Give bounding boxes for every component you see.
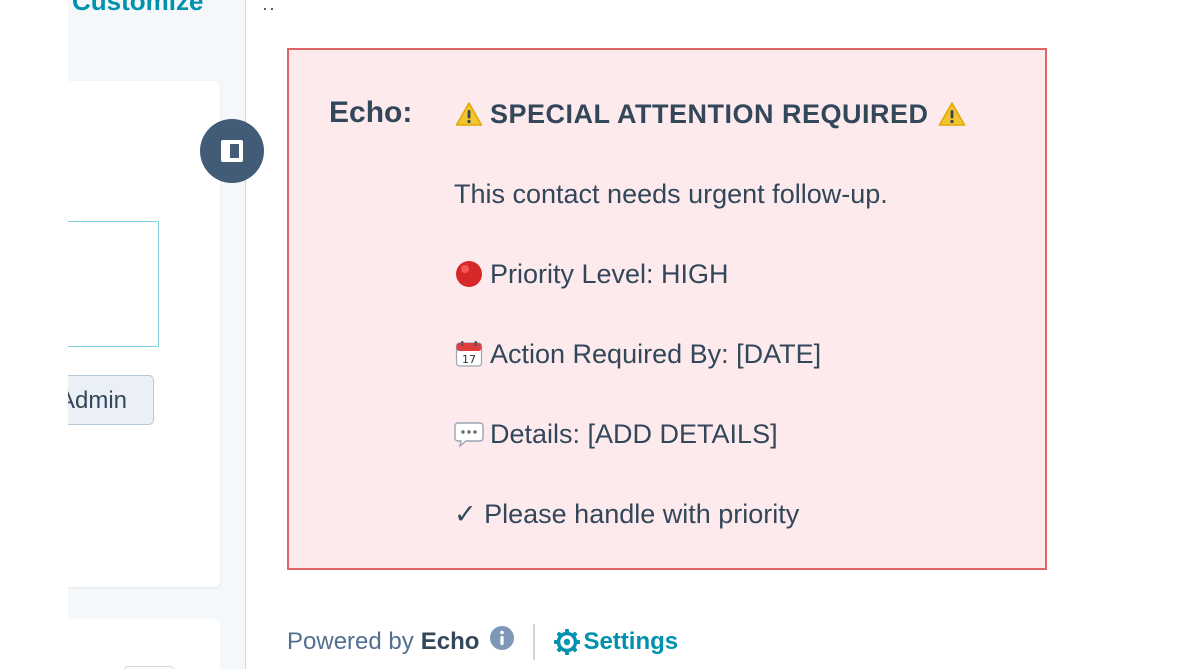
speech-bubble-icon (454, 416, 484, 452)
footer-divider (533, 624, 536, 660)
alert-heading-line: SPECIAL ATTENTION REQUIRED (454, 96, 1034, 176)
echo-alert-card: Echo: SPECIAL ATTENTION REQUIRED This co… (287, 48, 1047, 570)
sidebar-card-lower (68, 619, 220, 669)
details-line: Details: [ADD DETAILS] (454, 416, 1034, 496)
priority-line: Priority Level: HIGH (454, 256, 1034, 336)
sidebar-panel-icon (221, 140, 243, 162)
warning-icon (454, 96, 484, 132)
gear-icon (553, 628, 581, 656)
customize-link[interactable]: Customize (72, 0, 232, 17)
svg-text:17: 17 (462, 353, 476, 366)
closing-line: ✓ Please handle with priority (454, 496, 1034, 576)
alert-content: SPECIAL ATTENTION REQUIRED This contact … (454, 96, 1034, 576)
action-date-line: 17 Action Required By: [DATE] (454, 336, 1034, 416)
priority-text: Priority Level: HIGH (490, 259, 729, 289)
crm-contact-page: Admin Customize ·· Echo: SPECIAL ATTENTI (0, 0, 1189, 669)
warning-icon (937, 96, 967, 132)
widget-footer: Powered by Echo Settings (287, 622, 678, 662)
sidebar-input-field[interactable] (68, 221, 159, 347)
left-page-margin (0, 0, 68, 669)
brand-name: Echo (420, 628, 480, 655)
alert-heading: SPECIAL ATTENTION REQUIRED (490, 99, 929, 129)
alert-message-line: This contact needs urgent follow-up. (454, 176, 1034, 256)
action-date-text: Action Required By: [DATE] (490, 339, 822, 369)
powered-by-text: Powered by (287, 628, 414, 655)
closing-text: ✓ Please handle with priority (454, 499, 800, 529)
red-circle-icon (454, 256, 484, 292)
admin-button[interactable]: Admin (56, 375, 154, 425)
calendar-icon: 17 (454, 336, 484, 372)
settings-link[interactable]: Settings (553, 628, 678, 656)
alert-label: Echo: (329, 96, 413, 129)
info-icon[interactable] (489, 625, 515, 651)
alert-message: This contact needs urgent follow-up. (454, 179, 888, 209)
details-text: Details: [ADD DETAILS] (490, 419, 778, 449)
drag-handle-icon[interactable]: ·· (262, 0, 276, 19)
collapse-sidebar-button[interactable] (200, 119, 264, 183)
settings-label[interactable]: Settings (583, 628, 678, 656)
